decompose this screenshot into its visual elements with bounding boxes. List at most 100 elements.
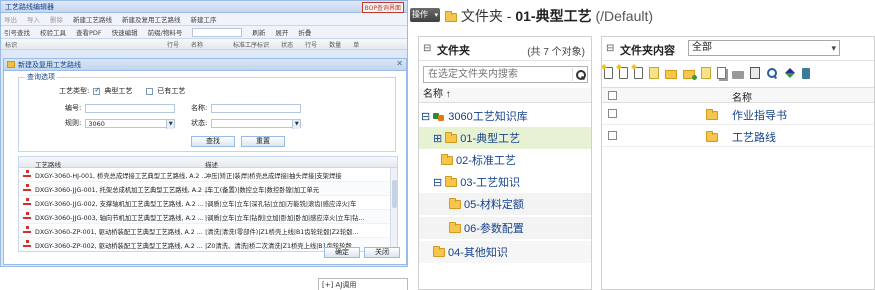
grid-scrollbar[interactable] (390, 168, 397, 251)
actions-menu-button[interactable]: 操作 (410, 8, 440, 22)
new-route-button[interactable]: 新建工艺路线 (73, 14, 112, 24)
chevron-down-icon[interactable]: ▼ (166, 119, 175, 129)
search-button[interactable]: 查找 (191, 136, 235, 147)
verify-tool-button[interactable]: 校验工具 (40, 27, 66, 37)
tree-column-header[interactable]: 名称 ↑ (419, 88, 591, 103)
chevron-down-icon[interactable]: ▼ (292, 119, 301, 129)
quick-edit-button[interactable]: 快速编辑 (112, 27, 138, 37)
find-by-number-button[interactable]: 引号查找 (4, 27, 30, 37)
folder-search-input[interactable] (424, 67, 569, 82)
reset-button[interactable]: 重置 (241, 136, 285, 147)
new-notebook-icon[interactable] (649, 67, 659, 79)
contents-grid: 名称 作业指导书 工艺路线 (602, 87, 874, 147)
spec-row: 规则: 3060 ▼ (65, 118, 176, 129)
existing-process-checkbox[interactable] (146, 87, 154, 95)
list-item[interactable]: 作业指导书 (602, 103, 874, 125)
collapse-node-icon[interactable]: ⊟ (421, 110, 430, 123)
new-shared-folder-icon[interactable] (683, 69, 697, 80)
close-button[interactable]: 关闭 (364, 247, 400, 258)
select-all-checkbox[interactable] (608, 91, 617, 100)
new-folder-icon[interactable] (665, 69, 677, 79)
code-label: 编号: (65, 104, 82, 112)
close-icon[interactable]: ✕ (396, 59, 403, 68)
new-reuse-route-button[interactable]: 新建及复用工艺路线 (122, 14, 181, 24)
table-row[interactable]: 1 DXGY-3060-HJ-001, 桥壳总成焊接工艺典型工艺路线, A.2 … (19, 168, 397, 182)
col-identifier[interactable]: 标识 (5, 40, 17, 49)
table-row[interactable]: 4 DXGY-3060-JJG-003, 轴向节机加工艺典型工艺路线, A.2 … (19, 210, 397, 224)
tree-node-label: 05-材料定额 (464, 199, 524, 211)
new-part-icon[interactable] (619, 67, 628, 79)
scrollbar-thumb[interactable] (392, 180, 397, 208)
new-item-icon[interactable] (634, 67, 643, 79)
tree-node-root[interactable]: ⊟ 3060工艺知识库 (421, 105, 528, 127)
legacy-window-title: 工艺路线编辑器 (5, 3, 54, 11)
list-item[interactable]: 工艺路线 (602, 125, 874, 147)
row-checkbox[interactable] (608, 131, 617, 140)
ok-button[interactable]: 确定 (324, 247, 360, 258)
expand-button[interactable]: 展开 (275, 27, 288, 37)
col-line2[interactable]: 行号 (305, 40, 317, 49)
table-row[interactable]: 5 DXGY-3060-ZP-001, 驱动桥装配工艺典型工艺路线, A.2 .… (19, 224, 397, 238)
folder-search-box (423, 66, 588, 83)
typical-process-checkbox[interactable] (93, 86, 101, 95)
status-select[interactable]: ▼ (211, 118, 302, 129)
find-icon[interactable] (766, 67, 778, 79)
tree-node-standard[interactable]: 02-标准工艺 (433, 149, 516, 171)
navigate-icon[interactable] (784, 67, 796, 79)
collapse-icon[interactable]: ⊟ (423, 43, 431, 54)
item-name-link[interactable]: 作业指导书 (732, 107, 787, 123)
new-operation-button[interactable]: 新建工序 (191, 14, 217, 24)
refresh-button[interactable]: 刷新 (252, 27, 265, 37)
table-row[interactable]: 3 DXGY-3060-JJG-002, 支撑轴机加工艺典型工艺路线, A.2 … (19, 196, 397, 210)
tree-node-params[interactable]: 06-参数配置 (419, 217, 591, 239)
collapse-button[interactable]: 折叠 (298, 27, 311, 37)
folder-path-title: 文件夹 - 01-典型工艺 (/Default) (445, 6, 653, 26)
col-unit[interactable]: 单 (353, 40, 359, 49)
collapse-node-icon[interactable]: ⊟ (433, 176, 442, 189)
item-name-link[interactable]: 工艺路线 (732, 129, 776, 145)
clipboard-icon[interactable] (701, 67, 711, 79)
name-row: 名称: (191, 103, 302, 113)
more-tools-icon[interactable] (802, 67, 810, 79)
table-row[interactable]: 2 DXGY-3060-JJG-001, 托架总成机加工艺典型工艺路线, A.2… (19, 182, 397, 196)
content-filter-select[interactable]: 全部 (688, 40, 840, 56)
row-checkbox[interactable] (608, 109, 617, 118)
collapse-icon[interactable]: ⊟ (606, 43, 614, 54)
new-document-icon[interactable] (604, 67, 613, 79)
fieldset-legend: 查询选项 (25, 72, 57, 82)
prefix-field-label: 前缀/物料号 (147, 29, 183, 37)
col-name-header[interactable]: 名称 (732, 89, 752, 104)
name-input[interactable] (211, 103, 302, 113)
col-line[interactable]: 行号 (167, 40, 179, 49)
spec-label: 规则: (65, 119, 82, 127)
spec-select[interactable]: 3060 ▼ (85, 118, 176, 129)
tree-node-label: 04-其他知识 (448, 247, 508, 259)
col-qty[interactable]: 数量 (329, 40, 341, 49)
tree-node-knowledge[interactable]: ⊟ 03-工艺知识 (433, 171, 520, 193)
view-pdf-button[interactable]: 查看PDF (76, 27, 102, 37)
print-icon[interactable] (732, 70, 744, 79)
tree-node-other[interactable]: 04-其他知识 (419, 241, 591, 263)
route-name: DXGY-3060-ZP-002, 驱动桥装配工艺典型工艺路线, A.2 ... (35, 243, 203, 250)
search-icon[interactable] (572, 68, 586, 81)
expand-node-icon[interactable]: ⊞ (433, 132, 442, 145)
import-button[interactable]: 导入 (27, 14, 40, 24)
prefix-input[interactable] (192, 27, 243, 37)
col-std-op[interactable]: 标准工序标识 (233, 40, 269, 49)
delete-button[interactable]: 删除 (50, 14, 63, 24)
properties-icon[interactable] (750, 67, 760, 79)
name-label: 名称: (191, 104, 208, 112)
code-input[interactable] (85, 103, 176, 113)
col-name[interactable]: 名称 (191, 40, 203, 49)
route-name: DXGY-3060-HJ-001, 桥壳总成焊接工艺典型工艺路线, A.2 ..… (35, 173, 208, 180)
tree-node-typical[interactable]: ⊞ 01-典型工艺 (419, 127, 591, 149)
dialog-icon (7, 61, 15, 68)
bop-query-badge[interactable]: BOP查询界面 (361, 2, 404, 13)
status-row: 状态: ▼ (191, 118, 302, 129)
export-button[interactable]: 导出 (4, 14, 17, 24)
col-status[interactable]: 状态 (281, 40, 293, 49)
route-desc: |调质|立车|立车|钻削|立加|卧加|卧加|感应淬火|立车|钻... (205, 215, 365, 222)
copy-icon[interactable] (717, 67, 726, 79)
tree-node-material[interactable]: 05-材料定额 (419, 193, 591, 215)
library-icon (433, 111, 445, 122)
